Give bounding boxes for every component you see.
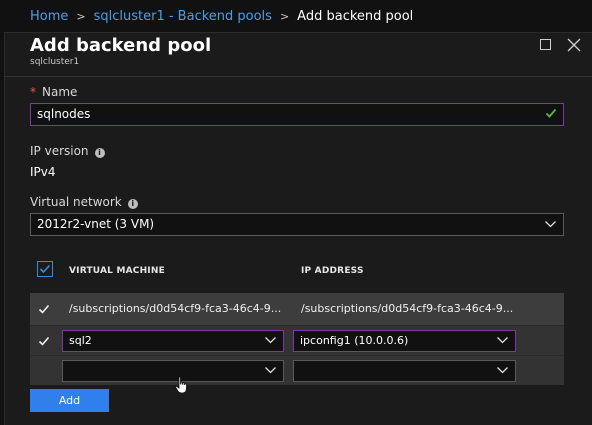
table-row[interactable] bbox=[30, 355, 564, 385]
virtual-network-selected: 2012r2-vnet (3 VM) bbox=[37, 217, 155, 231]
breadcrumb-home-link[interactable]: Home bbox=[30, 9, 68, 24]
checkmark-icon[interactable] bbox=[38, 335, 50, 347]
breadcrumb: Home > sqlcluster1 - Backend pools > Add… bbox=[0, 0, 592, 32]
maximize-icon[interactable] bbox=[538, 37, 554, 53]
ip-version-value: IPv4 bbox=[30, 165, 56, 179]
ip-address-select-value: ipconfig1 (10.0.0.6) bbox=[300, 334, 409, 347]
virtual-network-label: Virtual network i bbox=[30, 195, 138, 209]
checkmark-icon[interactable] bbox=[38, 303, 50, 315]
info-icon[interactable]: i bbox=[94, 148, 105, 158]
add-button[interactable]: Add bbox=[30, 389, 109, 412]
checkmark-icon bbox=[545, 108, 557, 118]
breadcrumb-backend-pools-link[interactable]: sqlcluster1 - Backend pools bbox=[94, 9, 272, 24]
page-subtitle: sqlcluster1 bbox=[30, 57, 80, 67]
ip-version-label-text: IP version bbox=[30, 144, 89, 158]
ip-cell: /subscriptions/d0d54cf9-fca3-46c4-9... bbox=[301, 302, 514, 315]
chevron-down-icon bbox=[497, 367, 508, 374]
name-label-text: Name bbox=[42, 85, 78, 99]
name-input-value: sqlnodes bbox=[37, 107, 91, 121]
chevron-right-icon: > bbox=[279, 9, 290, 23]
breadcrumb-current: Add backend pool bbox=[297, 8, 414, 24]
blade-header: Add backend pool sqlcluster1 bbox=[5, 33, 592, 77]
chevron-down-icon bbox=[265, 337, 276, 344]
chevron-down-icon bbox=[497, 337, 508, 344]
page-title: Add backend pool bbox=[30, 35, 212, 56]
hand-cursor-icon bbox=[175, 376, 187, 394]
vm-select[interactable] bbox=[62, 360, 284, 382]
chevron-right-icon: > bbox=[76, 9, 86, 23]
column-header-virtual-machine: VIRTUAL MACHINE bbox=[69, 266, 165, 276]
vm-select[interactable]: sql2 bbox=[62, 330, 284, 352]
chevron-down-icon bbox=[265, 367, 276, 374]
ip-address-select[interactable] bbox=[293, 360, 516, 382]
close-icon[interactable] bbox=[566, 37, 582, 53]
add-backend-pool-blade: Add backend pool sqlcluster1 * Name sqlno… bbox=[4, 32, 592, 425]
select-all-checkbox[interactable] bbox=[37, 261, 53, 277]
ip-address-select[interactable]: ipconfig1 (10.0.0.6) bbox=[293, 330, 516, 352]
table-row[interactable]: /subscriptions/d0d54cf9-fca3-46c4-9... /… bbox=[30, 293, 564, 325]
virtual-network-label-text: Virtual network bbox=[30, 195, 122, 209]
required-marker: * bbox=[30, 85, 36, 99]
ip-version-label: IP version i bbox=[30, 144, 105, 158]
table-row[interactable]: sql2 ipconfig1 (10.0.0.6) bbox=[30, 325, 564, 355]
name-input[interactable]: sqlnodes bbox=[30, 103, 564, 126]
column-header-ip-address: IP ADDRESS bbox=[301, 266, 364, 276]
checkmark-icon bbox=[39, 264, 51, 274]
vm-select-value: sql2 bbox=[69, 334, 92, 347]
vm-cell: /subscriptions/d0d54cf9-fca3-46c4-9... bbox=[69, 302, 282, 315]
name-label: * Name bbox=[30, 85, 77, 99]
chevron-down-icon bbox=[545, 221, 556, 228]
virtual-network-select[interactable]: 2012r2-vnet (3 VM) bbox=[30, 213, 564, 236]
info-icon[interactable]: i bbox=[127, 199, 138, 209]
